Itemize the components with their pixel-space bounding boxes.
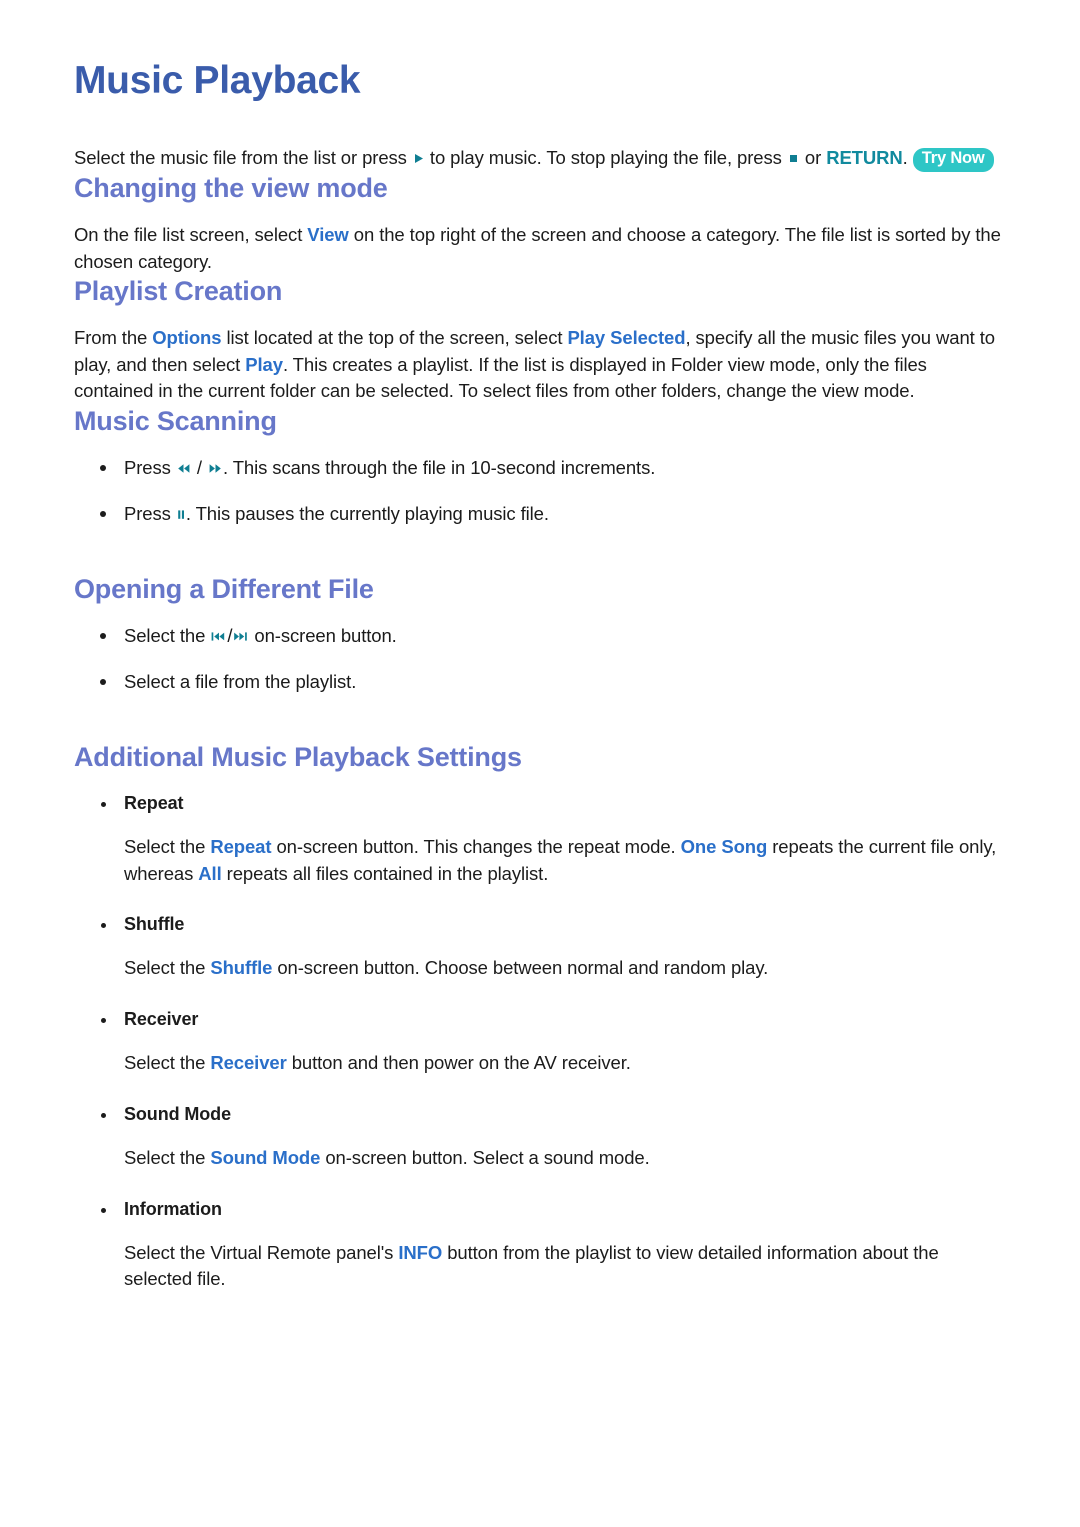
section-heading-opening-a-different-file: Opening a Different File [74, 574, 374, 605]
rewind-icon [176, 462, 192, 475]
section-playlist-creation: Playlist Creation From the Options list … [74, 275, 1002, 405]
intro-text-part-3: or [799, 146, 827, 168]
section-heading-music-scanning: Music Scanning [74, 405, 277, 436]
setting-label-sound-mode: Sound Mode [124, 1103, 231, 1124]
setting-description-information: Select the Virtual Remote panel's INFO b… [124, 1240, 1002, 1293]
setting-item-repeat: Repeat Select the Repeat on-screen butto… [74, 792, 1002, 887]
setting-item-information: Information Select the Virtual Remote pa… [74, 1198, 1002, 1293]
text-part-1: Press [124, 502, 176, 524]
keyword-repeat: Repeat [210, 836, 272, 858]
intro-text-part-4: . [902, 146, 913, 168]
text-part-1: On the file list screen, select [74, 224, 308, 246]
keyword-play: Play [245, 353, 283, 375]
keyword-info: INFO [398, 1241, 443, 1263]
setting-item-shuffle: Shuffle Select the Shuffle on-screen but… [74, 913, 1002, 982]
text-part-1: Select the [124, 1147, 211, 1169]
text-part-1: Select the [124, 1052, 211, 1074]
setting-description-receiver: Select the Receiver button and then powe… [124, 1050, 1002, 1076]
fast-forward-icon [207, 462, 223, 475]
text-part-2: list located at the top of the screen, s… [221, 327, 568, 349]
setting-item-receiver: Receiver Select the Receiver button and … [74, 1008, 1002, 1077]
text-part-1: Select the [124, 836, 211, 858]
return-key-label: RETURN [826, 146, 903, 168]
text-part-4: repeats all files contained in the playl… [221, 862, 549, 884]
keyword-view: View [307, 224, 349, 246]
skip-next-icon [232, 630, 249, 643]
setting-description-repeat: Select the Repeat on-screen button. This… [124, 834, 1002, 887]
text-part-1: Select the [124, 625, 211, 647]
try-now-badge[interactable]: Try Now [912, 147, 994, 172]
text-part-1: Select the Virtual Remote panel's [124, 1241, 399, 1263]
list-item: Select a file from the playlist. [74, 669, 1002, 695]
intro-text-part-1: Select the music file from the list or p… [74, 146, 412, 168]
keyword-play-selected: Play Selected [567, 327, 686, 349]
music-scanning-bullet-list: Press / . This scans through the file in… [74, 455, 1002, 527]
keyword-receiver: Receiver [210, 1052, 287, 1074]
setting-description-sound-mode: Select the Sound Mode on-screen button. … [124, 1145, 1002, 1171]
opening-file-bullet-list: Select the / on-screen button. Select a … [74, 623, 1002, 695]
list-item: Press / . This scans through the file in… [74, 455, 1002, 481]
pause-icon [176, 508, 186, 521]
section-heading-changing-the-view-mode: Changing the view mode [74, 172, 388, 203]
changing-view-mode-paragraph: On the file list screen, select View on … [74, 222, 1002, 275]
keyword-sound-mode: Sound Mode [210, 1147, 321, 1169]
intro-text-part-2: to play music. To stop playing the file,… [424, 146, 787, 168]
text-part-1: Select a file from the playlist. [124, 670, 357, 692]
skip-previous-icon [210, 630, 227, 643]
setting-label-shuffle: Shuffle [124, 914, 185, 935]
page-title: Music Playback [74, 59, 361, 102]
stop-icon [787, 152, 800, 165]
text-part-2: on-screen button. [249, 625, 397, 647]
section-music-scanning: Music Scanning Press / . This scans thro… [74, 405, 1002, 527]
play-icon [412, 152, 425, 165]
text-part-2: on-screen button. Select a sound mode. [320, 1147, 650, 1169]
setting-label-repeat: Repeat [124, 792, 184, 813]
keyword-all: All [198, 862, 222, 884]
setting-description-shuffle: Select the Shuffle on-screen button. Cho… [124, 955, 1002, 981]
list-item: Select the / on-screen button. [74, 623, 1002, 649]
text-part-2: . This pauses the currently playing musi… [185, 502, 549, 524]
text-part-2: on-screen button. This changes the repea… [271, 836, 681, 858]
intro-paragraph: Select the music file from the list or p… [74, 145, 1002, 172]
text-part-1: Select the [124, 957, 211, 979]
text-part-1: Press [124, 457, 176, 479]
playlist-creation-paragraph: From the Options list located at the top… [74, 325, 1002, 404]
keyword-one-song: One Song [680, 836, 768, 858]
section-opening-a-different-file: Opening a Different File Select the / on… [74, 573, 1002, 695]
section-heading-playlist-creation: Playlist Creation [74, 275, 283, 306]
list-item: Press . This pauses the currently playin… [74, 501, 1002, 527]
keyword-options: Options [152, 327, 222, 349]
setting-item-sound-mode: Sound Mode Select the Sound Mode on-scre… [74, 1103, 1002, 1172]
document-page: Music Playback Select the music file fro… [0, 0, 1080, 1527]
text-part-2: button and then power on the AV receiver… [286, 1052, 631, 1074]
section-additional-music-playback-settings: Additional Music Playback Settings Repea… [74, 741, 1002, 1293]
text-part-2: . This scans through the file in 10-seco… [222, 457, 656, 479]
section-heading-additional-music-playback-settings: Additional Music Playback Settings [74, 742, 522, 773]
keyword-shuffle: Shuffle [210, 957, 273, 979]
setting-label-receiver: Receiver [124, 1008, 199, 1029]
text-part-2: on-screen button. Choose between normal … [272, 957, 769, 979]
text-part-1: From the [74, 327, 153, 349]
text-separator: / [191, 457, 207, 479]
section-changing-the-view-mode: Changing the view mode On the file list … [74, 172, 1002, 275]
setting-label-information: Information [124, 1198, 222, 1219]
settings-bullet-list: Repeat Select the Repeat on-screen butto… [74, 792, 1002, 1293]
